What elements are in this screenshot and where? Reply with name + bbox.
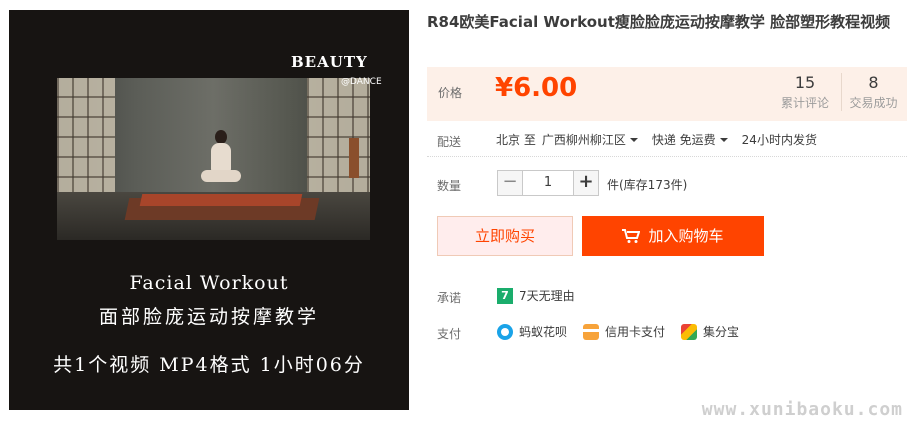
payment-method-label: 蚂蚁花呗 xyxy=(519,325,568,339)
buy-now-button[interactable]: 立即购买 xyxy=(437,216,573,256)
image-brand-sub: @DANCE xyxy=(341,77,382,87)
image-title: Facial Workout xyxy=(129,272,289,294)
product-image[interactable]: BEAUTY @DANCE Facial Workout 面部脸庞运动按摩教学 … xyxy=(9,10,409,410)
image-subtitle: 面部脸庞运动按摩教学 xyxy=(98,306,319,328)
stock-info: 件(库存173件) xyxy=(607,178,688,192)
price-box: 价格 ¥6.00 15 累计评论 8 交易成功 xyxy=(427,67,907,121)
exercise-mat-top xyxy=(139,194,303,206)
lamp xyxy=(349,138,359,178)
payment-methods: 蚂蚁花呗 信用卡支付 集分宝 xyxy=(497,323,739,340)
add-to-cart-button[interactable]: 加入购物车 xyxy=(582,216,764,256)
chevron-down-icon xyxy=(629,138,638,142)
shipping-method-select[interactable]: 快递 免运费 xyxy=(652,131,736,148)
promise-item[interactable]: 7 7天无理由 xyxy=(497,287,575,304)
sales-stat: 8 交易成功 xyxy=(841,73,905,111)
shipping-label: 配送 xyxy=(437,135,462,149)
image-spec: 共1个视频 MP4格式 1小时06分 xyxy=(53,354,365,376)
watermark: www.xunibaoku.com xyxy=(701,399,903,420)
quantity-decrease-button[interactable]: − xyxy=(497,170,523,196)
seven-day-icon: 7 xyxy=(497,287,513,304)
promise-text: 7天无理由 xyxy=(519,289,575,303)
reviews-label: 累计评论 xyxy=(780,96,829,110)
payment-jifenbao[interactable]: 集分宝 xyxy=(681,323,739,340)
model-figure xyxy=(201,130,241,190)
reviews-stat[interactable]: 15 累计评论 xyxy=(773,73,837,111)
reviews-count: 15 xyxy=(794,73,816,92)
payment-method-label: 信用卡支付 xyxy=(605,325,666,339)
shoji-screen-right xyxy=(307,78,370,198)
sales-count: 8 xyxy=(868,73,879,92)
payment-huabei[interactable]: 蚂蚁花呗 xyxy=(497,323,567,340)
huabei-icon xyxy=(497,323,513,340)
product-title: R84欧美Facial Workout瘦脸脸庞运动按摩教学 脸部塑形教程视频 xyxy=(427,13,891,31)
quantity-increase-button[interactable]: + xyxy=(573,170,599,196)
credit-card-icon xyxy=(583,323,600,340)
payment-label: 支付 xyxy=(437,327,462,341)
chevron-down-icon xyxy=(719,138,728,142)
shoji-screen-left xyxy=(57,78,115,198)
payment-credit-card[interactable]: 信用卡支付 xyxy=(583,323,665,340)
sales-label: 交易成功 xyxy=(849,96,898,110)
shipping-destination: 广西柳州柳江区 xyxy=(541,133,626,147)
quantity-label: 数量 xyxy=(437,179,462,193)
payment-method-label: 集分宝 xyxy=(703,325,740,339)
shipping-method: 快递 免运费 xyxy=(651,133,716,147)
divider xyxy=(427,156,907,157)
shipping-dispatch: 24小时内发货 xyxy=(741,133,817,147)
image-brand: BEAUTY xyxy=(291,53,368,71)
price-label: 价格 xyxy=(438,86,463,100)
promise-label: 承诺 xyxy=(437,291,462,305)
price-value: ¥6.00 xyxy=(495,73,578,103)
shipping-from: 北京 至 xyxy=(496,133,536,147)
jifenbao-icon xyxy=(681,323,698,340)
quantity-stepper: − 1 + xyxy=(497,170,599,196)
quantity-input[interactable]: 1 xyxy=(523,170,573,196)
shipping-destination-select[interactable]: 广西柳州柳江区 xyxy=(542,131,646,148)
cart-icon xyxy=(622,229,641,243)
product-photo xyxy=(57,78,370,240)
add-to-cart-label: 加入购物车 xyxy=(648,227,724,245)
shipping-row: 北京 至 广西柳州柳江区 快递 免运费 24小时内发货 xyxy=(496,131,817,148)
